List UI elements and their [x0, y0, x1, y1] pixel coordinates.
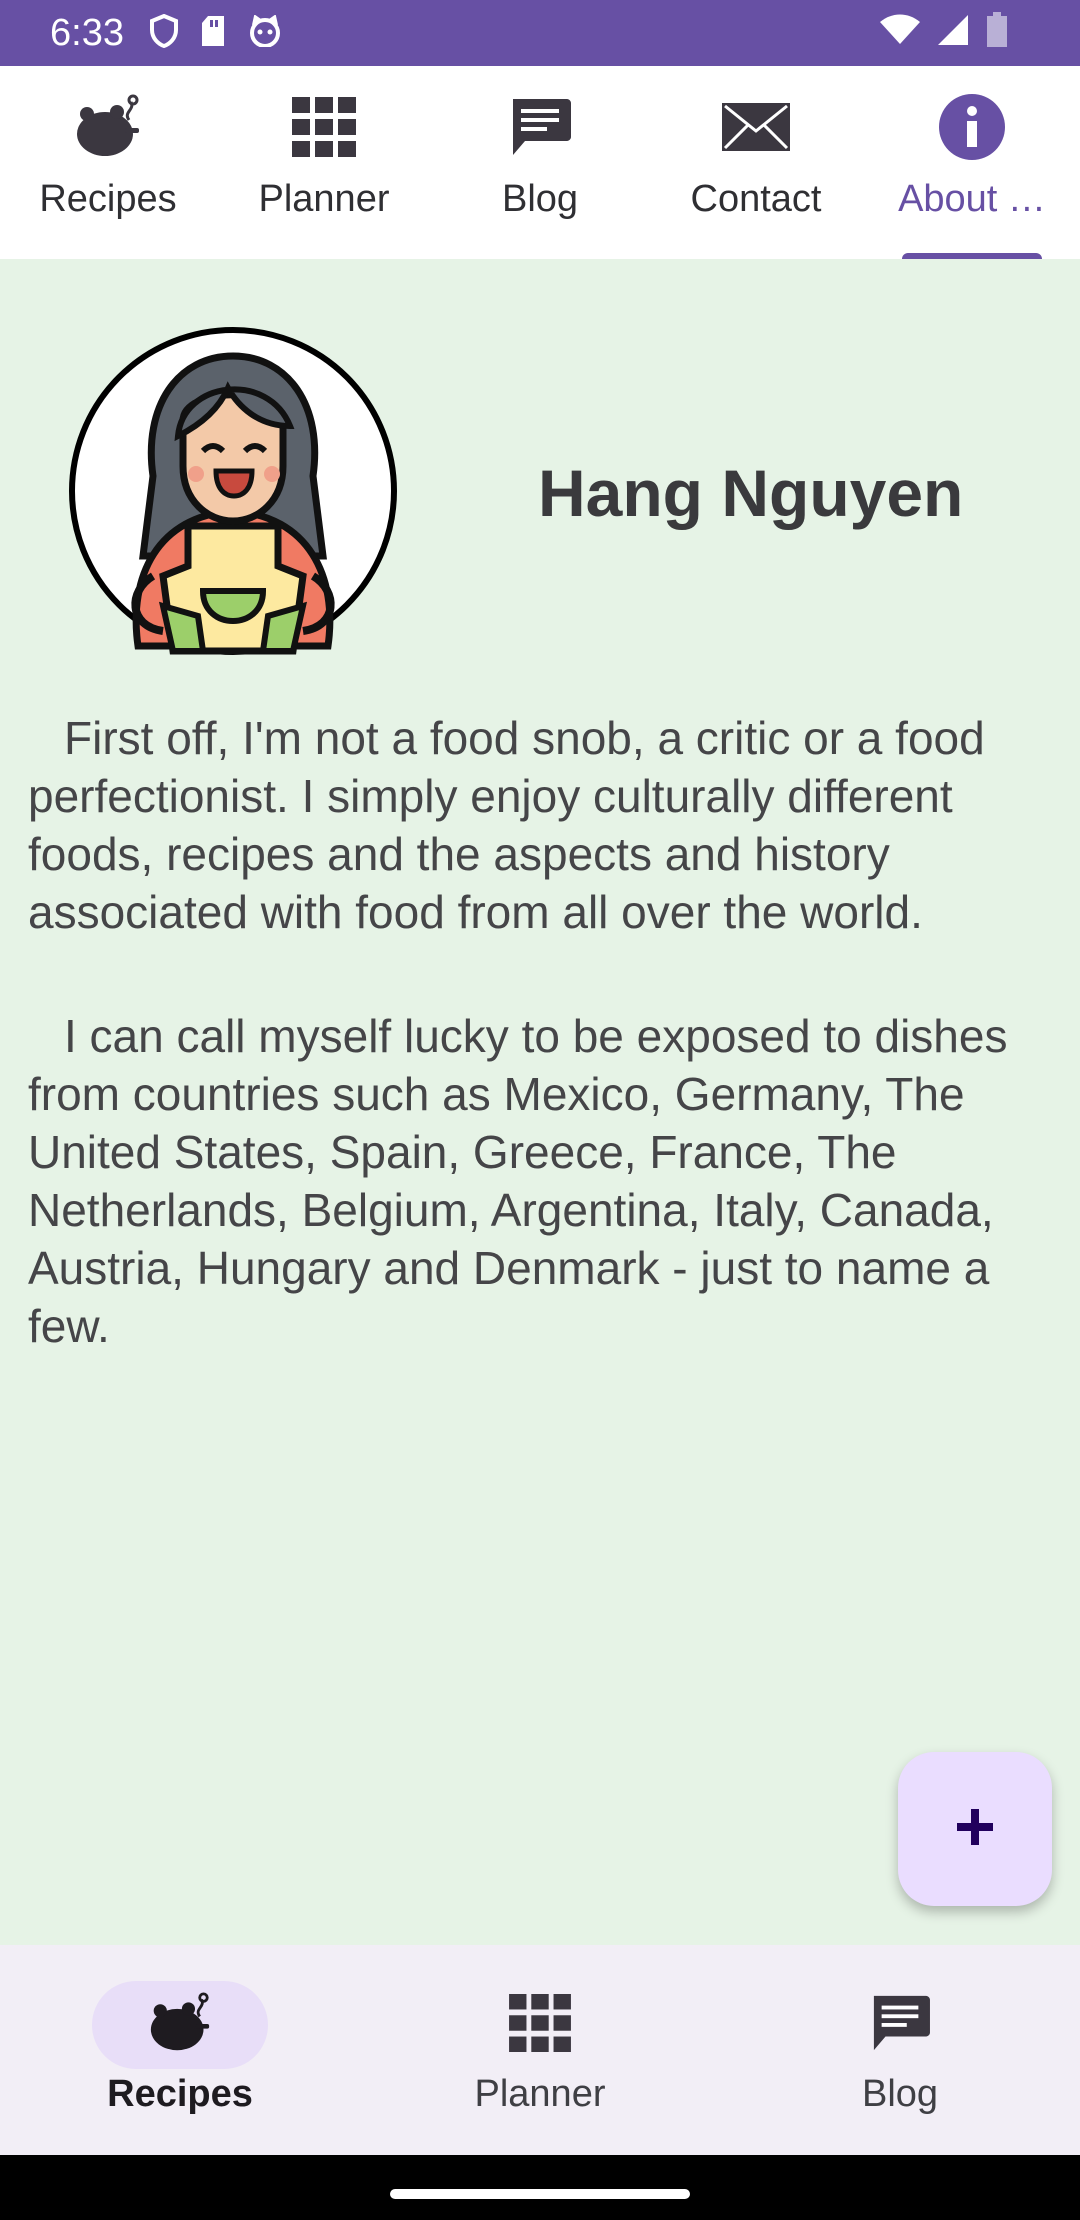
status-bar: 6:33: [0, 0, 1080, 66]
status-system-icons: [880, 12, 1008, 53]
chat-icon: [869, 1994, 931, 2057]
battery-icon: [986, 12, 1008, 53]
home-gesture-handle[interactable]: [390, 2189, 690, 2199]
status-time: 6:33: [50, 12, 124, 54]
tab-about[interactable]: About …: [864, 66, 1080, 259]
cat-icon: [248, 14, 282, 52]
tab-blog[interactable]: Blog: [432, 66, 648, 259]
chat-icon: [509, 94, 571, 160]
grid-icon: [509, 1993, 571, 2057]
bottom-nav-recipes[interactable]: Recipes: [0, 1945, 360, 2155]
tab-recipes[interactable]: Recipes: [0, 66, 216, 259]
bottom-nav-planner[interactable]: Planner: [360, 1945, 720, 2155]
bottom-nav-label: Planner: [474, 2073, 606, 2115]
top-tab-bar: Recipes Planner Blog Contact About …: [0, 66, 1080, 259]
tab-label: Blog: [501, 178, 579, 220]
sd-card-icon: [200, 15, 226, 52]
bottom-nav-blog[interactable]: Blog: [720, 1945, 1080, 2155]
add-fab-button[interactable]: [898, 1752, 1052, 1906]
system-navigation-bar: [0, 2155, 1080, 2220]
shield-icon: [150, 13, 178, 53]
tab-label: Planner: [258, 178, 390, 220]
envelope-icon: [722, 94, 790, 160]
about-content: Hang Nguyen First off, I'm not a food sn…: [0, 259, 1080, 1945]
bottom-nav-label: Recipes: [107, 2073, 253, 2115]
chef-woman-avatar: [68, 326, 398, 656]
status-notification-icons: [150, 13, 282, 53]
tab-label: Contact: [690, 178, 822, 220]
tab-label: Recipes: [39, 178, 177, 220]
turkey-icon: [145, 1991, 215, 2059]
nav-active-pill: [92, 1981, 268, 2069]
cell-signal-icon: [936, 13, 970, 52]
bio-paragraph: I can call myself lucky to be exposed to…: [28, 1010, 1008, 1352]
bio-text: First off, I'm not a food snob, a critic…: [28, 709, 1038, 1421]
bottom-nav-label: Blog: [861, 2073, 939, 2115]
bottom-navigation: Recipes Planner Blog: [0, 1945, 1080, 2155]
info-icon: [939, 94, 1005, 160]
plus-icon: [955, 1807, 995, 1852]
wifi-icon: [880, 14, 920, 51]
tab-label: About …: [898, 178, 1046, 220]
nav-pill: [452, 1981, 628, 2069]
nav-pill: [812, 1981, 988, 2069]
tab-planner[interactable]: Planner: [216, 66, 432, 259]
grid-icon: [292, 94, 356, 160]
turkey-icon: [73, 94, 143, 160]
profile-name: Hang Nguyen: [538, 456, 964, 530]
tab-contact[interactable]: Contact: [648, 66, 864, 259]
bio-paragraph: First off, I'm not a food snob, a critic…: [28, 712, 985, 938]
